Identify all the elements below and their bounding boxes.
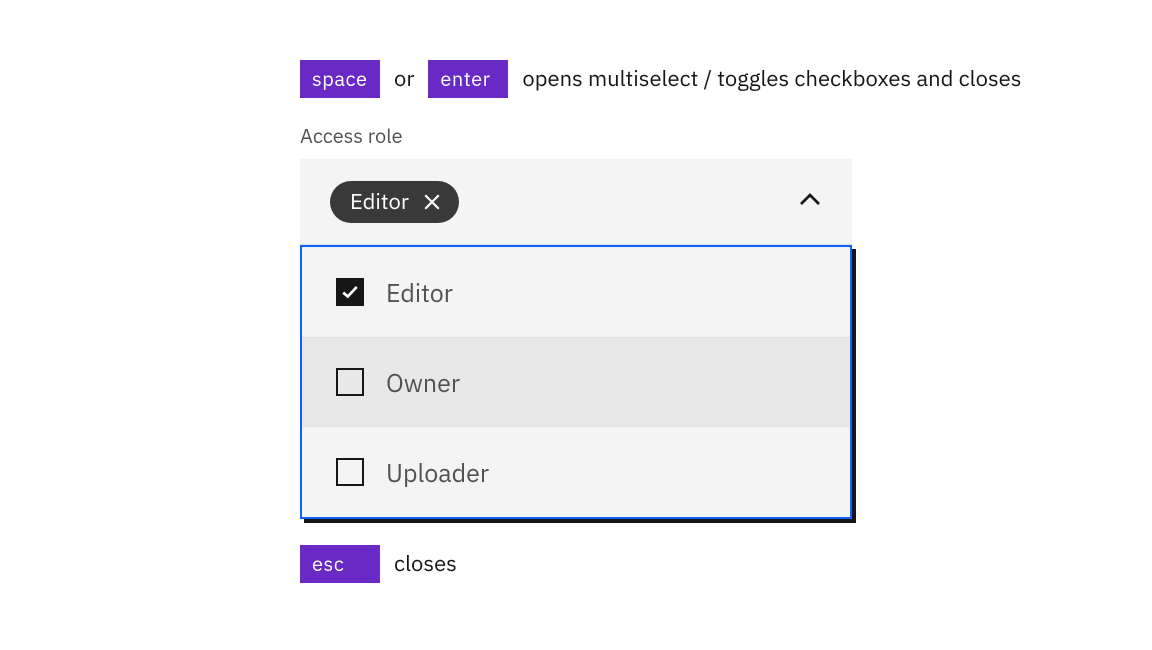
checkbox-uploader[interactable] [336,458,364,486]
multiselect-combobox[interactable]: Editor [300,159,852,245]
checkbox-owner[interactable] [336,368,364,396]
option-label: Uploader [386,456,489,489]
hint-connector: or [394,68,414,90]
chevron-up-icon[interactable] [798,187,822,216]
multiselect-header[interactable]: Editor [300,159,852,245]
multiselect-dropdown[interactable]: Editor Owner Uploader [300,245,852,519]
keyboard-hint-bottom: esc closes [300,545,1060,583]
key-esc: esc [300,545,380,583]
option-editor[interactable]: Editor [302,247,850,337]
key-space: space [300,60,380,98]
field-label: Access role [300,122,1060,149]
keyboard-hint-top: space or enter opens multiselect / toggl… [300,60,1060,98]
option-label: Editor [386,276,453,309]
checkbox-editor[interactable] [336,278,364,306]
hint-bottom-desc: closes [394,553,457,575]
option-label: Owner [386,366,460,399]
option-owner[interactable]: Owner [302,337,850,427]
selected-chip[interactable]: Editor [330,181,459,223]
selected-chip-label: Editor [350,187,409,216]
hint-top-desc: opens multiselect / toggles checkboxes a… [522,68,1021,90]
close-icon[interactable] [423,193,441,211]
option-uploader[interactable]: Uploader [302,427,850,517]
key-enter: enter [428,60,508,98]
